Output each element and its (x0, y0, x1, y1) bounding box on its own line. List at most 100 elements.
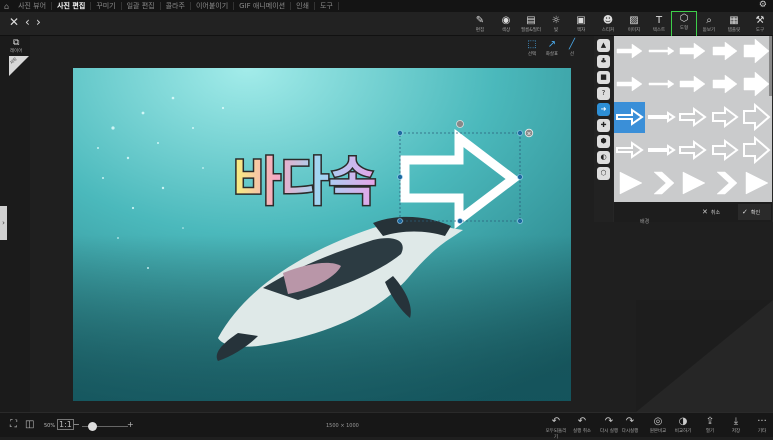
bottom-action-button[interactable]: ↷ 다시실행 (618, 416, 642, 434)
arrow-shape-option[interactable] (709, 36, 740, 67)
arrow-shape-option[interactable] (646, 135, 677, 166)
overlay-text[interactable]: 바다속 (232, 152, 379, 215)
tool-button[interactable]: ▤ 필름&필터 (519, 14, 543, 36)
layer-row[interactable]: 배경 (640, 218, 740, 228)
zoom-in-icon[interactable]: + (127, 420, 134, 429)
arrow-shape-option[interactable] (709, 168, 740, 199)
arrow-shape-option[interactable] (614, 102, 645, 133)
arrow-shape-option[interactable] (677, 168, 708, 199)
arrow-shape-option[interactable] (709, 69, 740, 100)
nav-item[interactable]: GIF 애니메이션 (234, 2, 292, 10)
fit-icon[interactable]: ⛶ (10, 419, 17, 430)
tool-button[interactable]: ☻ 스티커 (596, 14, 620, 36)
arrow-shape-option[interactable] (614, 36, 645, 67)
shape-category-icon[interactable]: ? (597, 87, 610, 100)
subtool-label: 선택 (527, 52, 537, 57)
tool-button[interactable]: ▦ 템플릿 (722, 14, 746, 36)
arrow-icon (616, 141, 644, 159)
nav-item[interactable]: 일괄 편집 (122, 2, 161, 10)
actual-size-icon[interactable]: 1:1 (57, 419, 74, 430)
cancel-button[interactable]: ✕ 취소 (702, 206, 736, 218)
arrow-shape-option[interactable] (677, 135, 708, 166)
nav-item[interactable]: 이어붙이기 (191, 2, 235, 10)
bottom-action-icon: ↶ (551, 416, 561, 427)
panel-toggle-handle[interactable]: › (0, 206, 7, 240)
tool-button[interactable]: ✎ 편집 (468, 14, 492, 36)
confirm-button[interactable]: ✓ 확인 (738, 204, 771, 220)
arrow-icon (715, 171, 737, 195)
prev-icon[interactable]: ‹ (25, 15, 30, 29)
bottom-action-button[interactable]: ◑ 비교하기 (671, 416, 695, 434)
right-lower-panel (636, 300, 773, 412)
nav-item[interactable]: 사진 편집 (52, 2, 92, 10)
image-icon: ▨ (629, 15, 639, 26)
arrow-shape-option[interactable] (740, 102, 771, 133)
photo-canvas[interactable]: 바다속 × (73, 68, 571, 401)
tool-label: 스티커 (601, 28, 615, 33)
shape-category-icon[interactable]: ■ (597, 71, 610, 84)
nav-item[interactable]: 꾸미기 (91, 2, 122, 10)
tool-button[interactable]: ⌕ 돋보기 (697, 14, 721, 36)
bottom-action-button[interactable]: ◎ 원본비교 (646, 416, 670, 434)
shape-category-icon[interactable]: ✚ (597, 119, 610, 132)
tool-button[interactable]: ⚒ 도구 (748, 14, 772, 36)
tool-button[interactable]: ▨ 이미지 (622, 14, 646, 36)
tool-button[interactable]: ☼ 빛 (544, 14, 568, 36)
rotate-handle-icon[interactable] (456, 120, 464, 128)
arrow-shape-option[interactable] (677, 69, 708, 100)
arrow-shape-option[interactable] (677, 36, 708, 67)
layers-button[interactable]: ⧉ 레이어 (10, 38, 22, 54)
zoom-slider-thumb[interactable] (88, 422, 97, 431)
tool-button[interactable]: ◉ 색상 (494, 14, 518, 36)
nav-item[interactable]: 도구 (315, 2, 339, 10)
arrow-shape-option[interactable] (646, 102, 677, 133)
compare-view-icon[interactable]: ◫ (25, 419, 34, 430)
shape-category-icon[interactable]: ⬡ (597, 167, 610, 180)
shape-category-icon[interactable]: ♣ (597, 55, 610, 68)
nav-item[interactable]: 콜라주 (161, 2, 191, 10)
subtool-button[interactable]: ╱ 선 (560, 38, 584, 60)
arrow-shape-option[interactable] (614, 168, 645, 199)
tool-button[interactable]: ▣ 액자 (569, 14, 593, 36)
arrow-shape-option[interactable] (646, 168, 677, 199)
zoom-out-icon[interactable]: − (73, 420, 80, 429)
bottom-action-label: 다시실행 (621, 429, 639, 434)
tool-button[interactable]: ⬡ 도형 (671, 11, 697, 37)
settings-gear-icon[interactable]: ⚙ (759, 0, 767, 10)
zoom-slider[interactable] (82, 422, 128, 431)
next-icon[interactable]: › (36, 15, 41, 29)
bottom-action-button[interactable]: ↶ 모두되돌리기 (544, 416, 568, 440)
arrow-shape-option[interactable] (646, 36, 677, 67)
arrow-shape-option[interactable] (614, 135, 645, 166)
arrow-icon (616, 108, 644, 126)
arrow-shape-option[interactable] (709, 102, 740, 133)
close-icon[interactable]: ✕ (9, 15, 19, 29)
main-toolbar: ✕ ‹ › ✎ 편집 ◉ 색상 ▤ 필름&필터 ☼ 빛 ▣ 액자 ☻ 스티커 ▨ 이미지 T 텍스트 ⬡ 도형 ⌕ 돋… (0, 11, 773, 37)
arrow-shape-option[interactable] (740, 69, 771, 100)
bottom-action-button[interactable]: ⇪ 열기 (698, 416, 722, 434)
arrow-shape-option[interactable] (740, 36, 771, 67)
arrow-shape-option[interactable] (646, 69, 677, 100)
tool-button[interactable]: T 텍스트 (647, 14, 671, 36)
zoom-value[interactable]: 50% (44, 423, 55, 429)
arrow-shape-option[interactable] (740, 135, 771, 166)
magnifier-icon: ⌕ (706, 15, 712, 26)
arrow-icon (679, 140, 707, 160)
tool-label: 색상 (501, 28, 511, 33)
bottom-action-button[interactable]: ↶ 실행 취소 (570, 416, 594, 434)
arrow-icon (743, 135, 771, 165)
shape-category-icon[interactable]: ◐ (597, 151, 610, 164)
bottom-action-button[interactable]: ··· 기타 (750, 416, 773, 434)
shape-category-icon[interactable]: ▲ (597, 39, 610, 52)
arrow-shape-option[interactable] (677, 102, 708, 133)
shape-category-icon[interactable]: ➜ (597, 103, 610, 116)
bottom-action-button[interactable]: ⤓ 저장 (724, 416, 748, 434)
arrow-shape-option[interactable] (709, 135, 740, 166)
left-sidebar: ⧉ 레이어 저장 › (0, 36, 30, 412)
arrow-shape-option[interactable] (614, 69, 645, 100)
nav-item[interactable]: 사진 뷰어 (13, 2, 53, 10)
arrow-shape-option[interactable] (740, 168, 771, 199)
nav-item[interactable]: 인쇄 (291, 2, 315, 10)
shape-category-icon[interactable]: ⬢ (597, 135, 610, 148)
subtool-label: 화살표 (545, 52, 559, 57)
